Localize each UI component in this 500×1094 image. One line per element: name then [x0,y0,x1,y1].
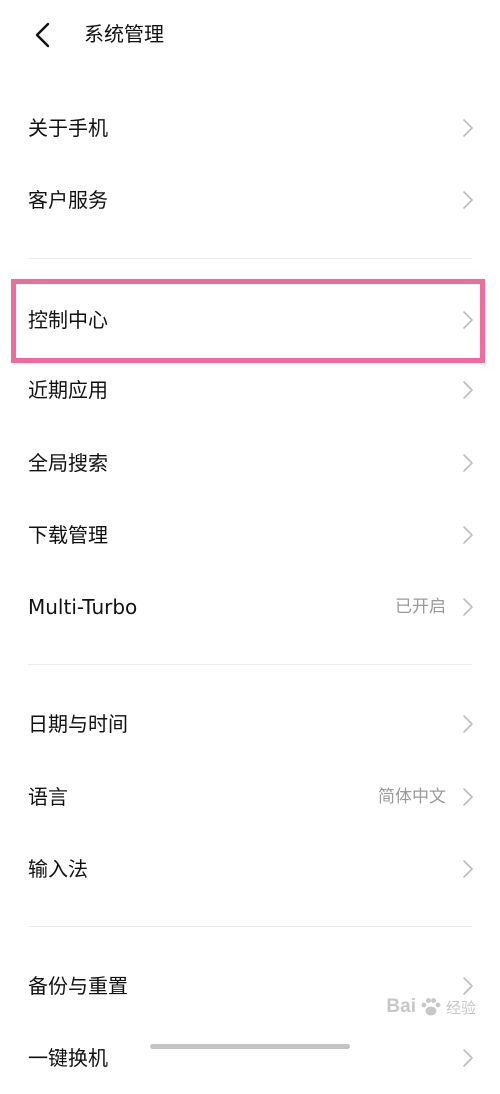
settings-row-global-search[interactable]: 全局搜索 [0,427,500,499]
row-label: 语言 [28,785,68,809]
chevron-right-icon [462,310,474,330]
settings-row-date-time[interactable]: 日期与时间 [0,688,500,760]
row-label: 全局搜索 [28,451,108,475]
settings-row-control-center[interactable]: 控制中心 [0,284,500,356]
chevron-right-icon [462,714,474,734]
chevron-right-icon [462,118,474,138]
settings-row-download-manager[interactable]: 下载管理 [0,499,500,571]
page-title: 系统管理 [84,22,164,46]
row-value: 简体中文 [378,787,446,807]
chevron-right-icon [462,1048,474,1068]
row-label: 控制中心 [28,308,108,332]
back-button[interactable] [28,18,62,52]
settings-row-recent-apps[interactable]: 近期应用 [0,354,500,426]
settings-row-phone-clone[interactable]: 一键换机 [0,1022,500,1094]
row-label: 客户服务 [28,188,108,212]
row-label: 日期与时间 [28,712,128,736]
settings-row-multi-turbo[interactable]: Multi-Turbo 已开启 [0,571,500,643]
watermark-subtitle: 经验 [445,998,476,1017]
group-divider [28,926,472,927]
chevron-right-icon [462,787,474,807]
settings-row-input-method[interactable]: 输入法 [0,833,500,905]
baidu-watermark: Bai 经验 [386,996,476,1018]
chevron-right-icon [462,597,474,617]
settings-row-customer-service[interactable]: 客户服务 [0,164,500,236]
chevron-right-icon [462,525,474,545]
row-label: 近期应用 [28,378,108,402]
settings-row-language[interactable]: 语言 简体中文 [0,761,500,833]
row-label: 输入法 [28,857,88,881]
row-label: 备份与重置 [28,974,128,998]
row-label: 关于手机 [28,116,108,140]
chevron-right-icon [462,190,474,210]
group-divider [28,258,472,259]
settings-row-about-phone[interactable]: 关于手机 [0,92,500,164]
watermark-brand: Bai [386,996,416,1017]
top-bar: 系统管理 [0,0,500,68]
chevron-left-icon [35,22,50,48]
chevron-right-icon [462,453,474,473]
group-divider [28,664,472,665]
chevron-right-icon [462,859,474,879]
chevron-right-icon [462,976,474,996]
paw-icon [421,998,441,1016]
row-value: 已开启 [395,597,446,617]
chevron-right-icon [462,380,474,400]
row-label: 下载管理 [28,523,108,547]
home-indicator[interactable] [150,1044,350,1049]
row-label: 一键换机 [28,1046,108,1070]
row-label: Multi-Turbo [28,595,138,619]
